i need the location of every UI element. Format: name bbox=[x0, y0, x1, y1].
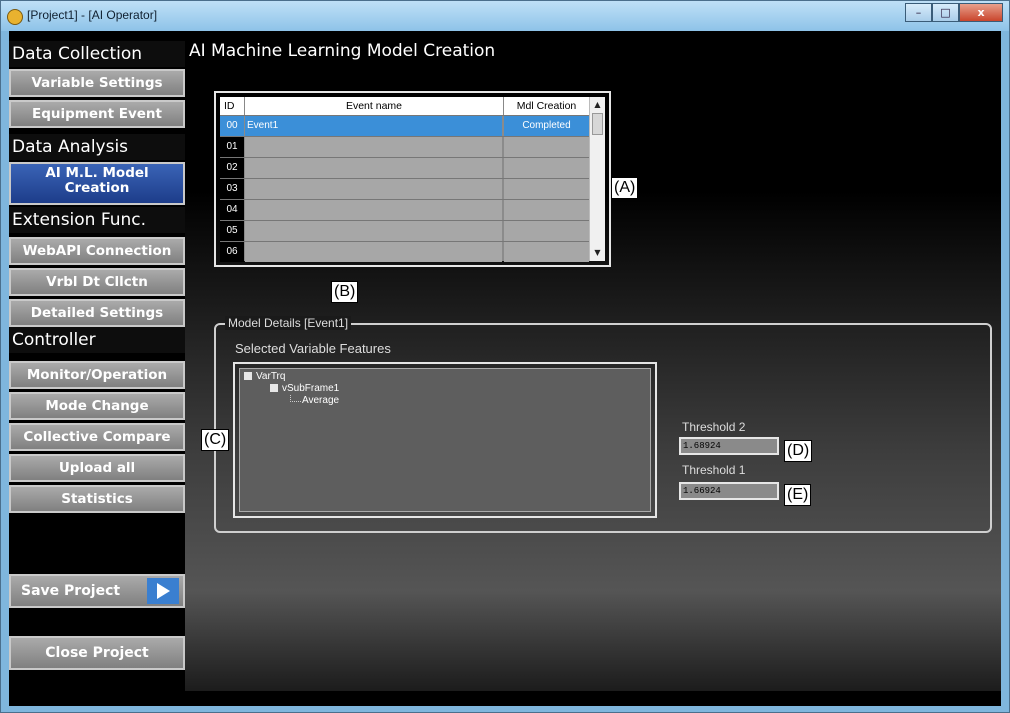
sidebar-item-mode-change[interactable]: Mode Change bbox=[9, 392, 185, 420]
selected-features-label: Selected Variable Features bbox=[235, 341, 391, 356]
feature-tree[interactable]: VarTrq vSubFrame1 Average bbox=[239, 368, 651, 512]
callout-c: (C) bbox=[201, 429, 230, 451]
scroll-down-icon[interactable]: ▼ bbox=[590, 246, 605, 260]
app-icon bbox=[7, 9, 23, 25]
row-event-name bbox=[245, 200, 502, 220]
row-status bbox=[504, 158, 589, 178]
sidebar-item-vrbl-dt-cllctn[interactable]: Vrbl Dt Cllctn bbox=[9, 268, 185, 296]
threshold1-label: Threshold 1 bbox=[682, 463, 746, 477]
tree-node-leaf[interactable]: Average bbox=[302, 395, 339, 406]
collapse-box-icon[interactable] bbox=[270, 384, 278, 393]
section-data-analysis: Data Analysis bbox=[9, 134, 185, 160]
feature-tree-frame: VarTrq vSubFrame1 Average bbox=[233, 362, 657, 518]
model-details-title: Model Details [Event1] bbox=[225, 316, 352, 330]
event-table[interactable]: ID Event name Mdl Creation 00 Event1 Com… bbox=[220, 97, 605, 262]
sidebar: Data Collection Variable Settings Equipm… bbox=[9, 31, 185, 706]
page-title: AI Machine Learning Model Creation bbox=[189, 41, 496, 61]
callout-e: (E) bbox=[784, 484, 812, 506]
play-arrow-icon[interactable] bbox=[147, 578, 179, 604]
row-id: 06 bbox=[220, 242, 244, 262]
table-row[interactable]: 06 bbox=[220, 241, 589, 262]
column-header-event-name: Event name bbox=[245, 97, 504, 115]
table-header: ID Event name Mdl Creation bbox=[220, 97, 589, 115]
table-scrollbar[interactable]: ▲ ▼ bbox=[589, 97, 605, 261]
tree-node-label: VarTrq bbox=[256, 371, 286, 382]
table-row[interactable]: 03 bbox=[220, 178, 589, 199]
minimize-button[interactable]: – bbox=[905, 3, 932, 22]
window-title: [Project1] - [AI Operator] bbox=[27, 8, 158, 22]
tree-connector bbox=[290, 395, 301, 402]
row-id: 02 bbox=[220, 158, 244, 178]
window-controls: – □ x bbox=[905, 3, 1003, 25]
table-row[interactable]: 02 bbox=[220, 157, 589, 178]
callout-b: (B) bbox=[331, 281, 359, 303]
row-event-name bbox=[245, 242, 502, 262]
tree-node-child[interactable]: vSubFrame1 bbox=[270, 383, 339, 394]
sidebar-item-label: AI M.L. Model bbox=[45, 165, 149, 181]
row-event-name bbox=[245, 179, 502, 199]
row-id: 04 bbox=[220, 200, 244, 220]
threshold2-field[interactable]: 1.68924 bbox=[679, 437, 779, 455]
client-area: Data Collection Variable Settings Equipm… bbox=[9, 31, 1001, 706]
row-status bbox=[504, 242, 589, 262]
scrollbar-thumb[interactable] bbox=[592, 113, 603, 135]
sidebar-item-statistics[interactable]: Statistics bbox=[9, 485, 185, 513]
maximize-button[interactable]: □ bbox=[932, 3, 959, 22]
callout-a: (A) bbox=[611, 177, 639, 199]
tree-node-root[interactable]: VarTrq bbox=[244, 371, 285, 382]
sidebar-item-label: Creation bbox=[64, 180, 130, 196]
table-row[interactable]: 00 Event1 Completed bbox=[220, 115, 589, 136]
sidebar-item-detailed-settings[interactable]: Detailed Settings bbox=[9, 299, 185, 327]
section-data-collection: Data Collection bbox=[9, 41, 185, 67]
callout-d: (D) bbox=[784, 440, 813, 462]
row-id: 01 bbox=[220, 137, 244, 157]
row-id: 00 bbox=[220, 116, 244, 136]
row-event-name bbox=[245, 158, 502, 178]
column-header-id: ID bbox=[220, 97, 245, 115]
column-header-mdl-creation: Mdl Creation bbox=[516, 100, 577, 112]
sidebar-item-upload-all[interactable]: Upload all bbox=[9, 454, 185, 482]
sidebar-item-webapi-connection[interactable]: WebAPI Connection bbox=[9, 237, 185, 265]
row-status bbox=[504, 179, 589, 199]
table-row[interactable]: 04 bbox=[220, 199, 589, 220]
application-window: [Project1] - [AI Operator] – □ x Data Co… bbox=[0, 0, 1010, 713]
sidebar-item-equipment-event[interactable]: Equipment Event bbox=[9, 100, 185, 128]
save-project-button[interactable]: Save Project bbox=[9, 574, 185, 608]
row-event-name: Event1 bbox=[245, 116, 502, 136]
sidebar-item-variable-settings[interactable]: Variable Settings bbox=[9, 69, 185, 97]
row-status bbox=[504, 200, 589, 220]
save-project-label: Save Project bbox=[21, 583, 121, 599]
row-status: Completed bbox=[504, 116, 589, 136]
close-window-button[interactable]: x bbox=[959, 3, 1003, 22]
threshold1-field[interactable]: 1.66924 bbox=[679, 482, 779, 500]
row-status bbox=[504, 221, 589, 241]
title-bar[interactable]: [Project1] - [AI Operator] – □ x bbox=[1, 1, 1009, 31]
row-id: 05 bbox=[220, 221, 244, 241]
collapse-box-icon[interactable] bbox=[244, 372, 252, 381]
table-row[interactable]: 01 bbox=[220, 136, 589, 157]
sidebar-item-monitor-operation[interactable]: Monitor/Operation bbox=[9, 361, 185, 389]
sidebar-item-ai-ml-model-creation[interactable]: AI M.L. Model Creation bbox=[9, 162, 185, 205]
scroll-up-icon[interactable]: ▲ bbox=[590, 98, 605, 112]
tree-node-label: vSubFrame1 bbox=[282, 383, 340, 394]
section-controller: Controller bbox=[9, 327, 185, 353]
row-event-name bbox=[245, 221, 502, 241]
threshold2-label: Threshold 2 bbox=[682, 420, 746, 434]
section-extension: Extension Func. bbox=[9, 207, 185, 233]
status-bar bbox=[9, 691, 1001, 706]
row-status bbox=[504, 137, 589, 157]
event-table-frame: ID Event name Mdl Creation 00 Event1 Com… bbox=[214, 91, 611, 267]
row-event-name bbox=[245, 137, 502, 157]
main-panel: AI Machine Learning Model Creation ID Ev… bbox=[185, 31, 1001, 691]
close-project-button[interactable]: Close Project bbox=[9, 636, 185, 670]
row-id: 03 bbox=[220, 179, 244, 199]
table-row[interactable]: 05 bbox=[220, 220, 589, 241]
sidebar-item-collective-compare[interactable]: Collective Compare bbox=[9, 423, 185, 451]
